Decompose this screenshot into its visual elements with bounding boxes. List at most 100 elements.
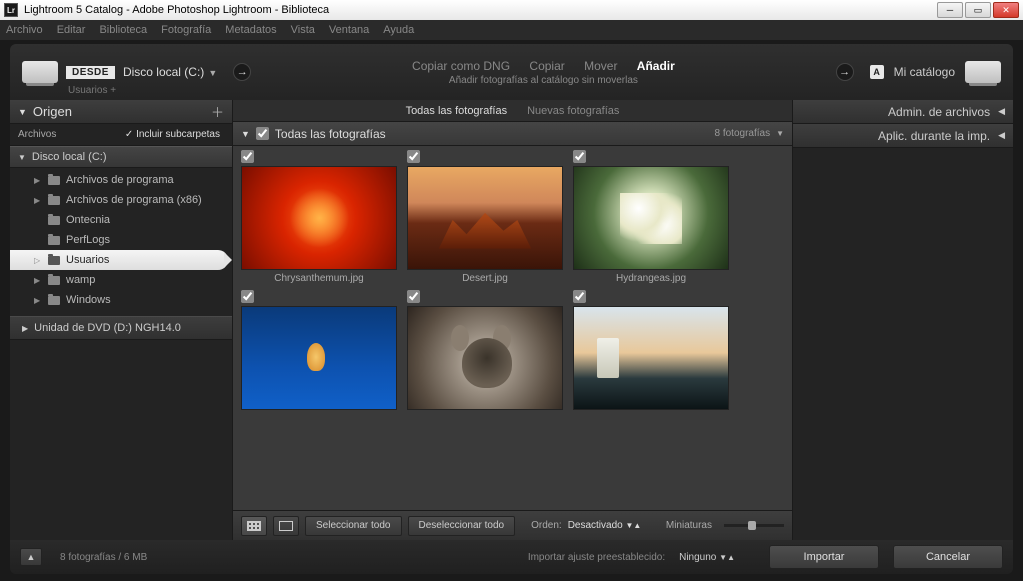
thumb-checkbox[interactable] (241, 290, 254, 303)
bottom-bar: ▲ 8 fotografías / 6 MB Importar ajuste p… (10, 540, 1013, 574)
thumbnail-image[interactable] (573, 306, 729, 410)
destination-label: Mi catálogo (894, 65, 955, 79)
maximize-button[interactable]: ▭ (965, 2, 991, 18)
tree-item[interactable]: PerfLogs (10, 230, 232, 250)
tree-item[interactable]: ▶wamp (10, 270, 232, 290)
tree-item[interactable]: ▶Archivos de programa (x86) (10, 190, 232, 210)
source-block[interactable]: DESDE Disco local (C:)▼ (22, 61, 217, 83)
section-menu-button[interactable]: ▼ (776, 129, 784, 138)
app-icon: Lr (4, 3, 18, 17)
dvd-volume[interactable]: ▶ Unidad de DVD (D:) NGH14.0 (10, 316, 232, 340)
close-button[interactable]: ✕ (993, 2, 1019, 18)
window-titlebar: Lr Lightroom 5 Catalog - Adobe Photoshop… (0, 0, 1023, 20)
thumbnail-image[interactable] (241, 306, 397, 410)
folder-icon (48, 296, 60, 305)
thumbnail-image[interactable] (241, 166, 397, 270)
status-text: 8 fotografías / 6 MB (60, 552, 147, 563)
tree-item[interactable]: ▶Windows (10, 290, 232, 310)
origin-panel-header[interactable]: ▼ Origen ＋ (10, 100, 232, 124)
menu-fotografia[interactable]: Fotografía (161, 24, 211, 36)
grid-view-button[interactable] (241, 516, 267, 536)
select-all-button[interactable]: Seleccionar todo (305, 516, 402, 536)
source-drive[interactable]: Disco local (C:)▼ (123, 65, 217, 79)
thumb-checkbox[interactable] (407, 150, 420, 163)
folder-icon (48, 256, 60, 265)
tree-item-selected[interactable]: ▷Usuarios (10, 250, 228, 270)
menu-vista[interactable]: Vista (291, 24, 315, 36)
deselect-all-button[interactable]: Deseleccionar todo (408, 516, 516, 536)
thumbnail-cell[interactable] (573, 290, 729, 410)
hdd-icon (965, 61, 1001, 83)
thumb-checkbox[interactable] (573, 150, 586, 163)
files-row: Archivos ✓ Incluir subcarpetas (10, 124, 232, 146)
disclosure-triangle-icon: ◀ (998, 130, 1005, 141)
window-title: Lightroom 5 Catalog - Adobe Photoshop Li… (24, 4, 937, 16)
chevron-down-icon: ▼ (208, 68, 217, 78)
thumb-caption: Hydrangeas.jpg (573, 270, 729, 286)
menu-archivo[interactable]: Archivo (6, 24, 43, 36)
section-checkbox[interactable] (256, 127, 269, 140)
thumb-checkbox[interactable] (241, 150, 254, 163)
expand-button[interactable]: ▲ (20, 548, 42, 566)
op-description: Añadir fotografías al catálogo sin mover… (267, 75, 819, 86)
op-copy[interactable]: Copiar (529, 59, 564, 73)
loupe-view-button[interactable] (273, 516, 299, 536)
op-copy-dng[interactable]: Copiar como DNG (412, 59, 510, 73)
folder-tree: ▶Archivos de programa ▶Archivos de progr… (10, 168, 232, 312)
destination-block[interactable]: A Mi catálogo (870, 61, 1001, 83)
op-add[interactable]: Añadir (637, 59, 675, 73)
menu-editar[interactable]: Editar (57, 24, 86, 36)
dest-arrow-button[interactable]: → (836, 63, 854, 81)
minimize-button[interactable]: ─ (937, 2, 963, 18)
grid-icon (247, 521, 261, 531)
photo-filter-tabs: Todas las fotografías Nuevas fotografías (233, 100, 792, 122)
disclosure-triangle-icon: ◀ (998, 106, 1005, 117)
order-dropdown[interactable]: Desactivado ▼▲ (568, 520, 642, 531)
menu-biblioteca[interactable]: Biblioteca (99, 24, 147, 36)
cancel-button[interactable]: Cancelar (893, 545, 1003, 569)
op-move[interactable]: Mover (584, 59, 617, 73)
thumb-caption: Desert.jpg (407, 270, 563, 286)
thumbnail-image[interactable] (573, 166, 729, 270)
tree-item[interactable]: ▶Archivos de programa (10, 170, 232, 190)
section-title: Todas las fotografías (275, 127, 386, 141)
file-handling-panel[interactable]: Admin. de archivos◀ (793, 100, 1013, 124)
import-preset-label: Importar ajuste preestablecido: (528, 552, 665, 563)
tree-item[interactable]: Ontecnia (10, 210, 232, 230)
folder-icon (48, 236, 60, 245)
apply-during-import-panel[interactable]: Aplic. durante la imp.◀ (793, 124, 1013, 148)
import-preset-dropdown[interactable]: Ninguno ▼▲ (679, 552, 735, 563)
thumbnail-cell[interactable] (241, 290, 397, 410)
thumbnail-grid: Chrysanthemum.jpg Desert.jpg Hydrangeas.… (233, 146, 792, 510)
volume-header[interactable]: ▼ Disco local (C:) (10, 146, 232, 168)
thumbnail-cell[interactable] (407, 290, 563, 410)
thumbnail-size-slider[interactable] (724, 524, 784, 527)
section-header[interactable]: ▼ Todas las fotografías 8 fotografías ▼ (233, 122, 792, 146)
hdd-icon (22, 61, 58, 83)
thumbnail-image[interactable] (407, 306, 563, 410)
grid-toolbar: Seleccionar todo Deseleccionar todo Orde… (233, 510, 792, 540)
thumbnail-cell[interactable]: Chrysanthemum.jpg (241, 150, 397, 286)
source-subpath[interactable]: Usuarios + (68, 85, 116, 96)
origin-title: Origen (33, 104, 72, 119)
thumbnail-cell[interactable]: Hydrangeas.jpg (573, 150, 729, 286)
volume-label: Disco local (C:) (32, 151, 107, 163)
thumb-checkbox[interactable] (573, 290, 586, 303)
import-operations: Copiar como DNG Copiar Mover Añadir Añad… (267, 59, 819, 86)
menu-metadatos[interactable]: Metadatos (225, 24, 276, 36)
source-arrow-button[interactable]: → (233, 63, 251, 81)
single-icon (279, 521, 293, 531)
tab-all-photos[interactable]: Todas las fotografías (406, 105, 508, 117)
add-source-button[interactable]: ＋ (211, 102, 224, 121)
thumbnail-cell[interactable]: Desert.jpg (407, 150, 563, 286)
tab-new-photos[interactable]: Nuevas fotografías (527, 105, 619, 117)
to-badge: A (870, 65, 884, 79)
thumb-checkbox[interactable] (407, 290, 420, 303)
right-sidebar: Admin. de archivos◀ Aplic. durante la im… (793, 100, 1013, 540)
thumbnail-image[interactable] (407, 166, 563, 270)
import-button[interactable]: Importar (769, 545, 879, 569)
menu-ventana[interactable]: Ventana (329, 24, 369, 36)
disclosure-triangle-icon: ▼ (18, 153, 26, 162)
include-subfolders-checkbox[interactable]: ✓ Incluir subcarpetas (125, 129, 220, 140)
menu-ayuda[interactable]: Ayuda (383, 24, 414, 36)
